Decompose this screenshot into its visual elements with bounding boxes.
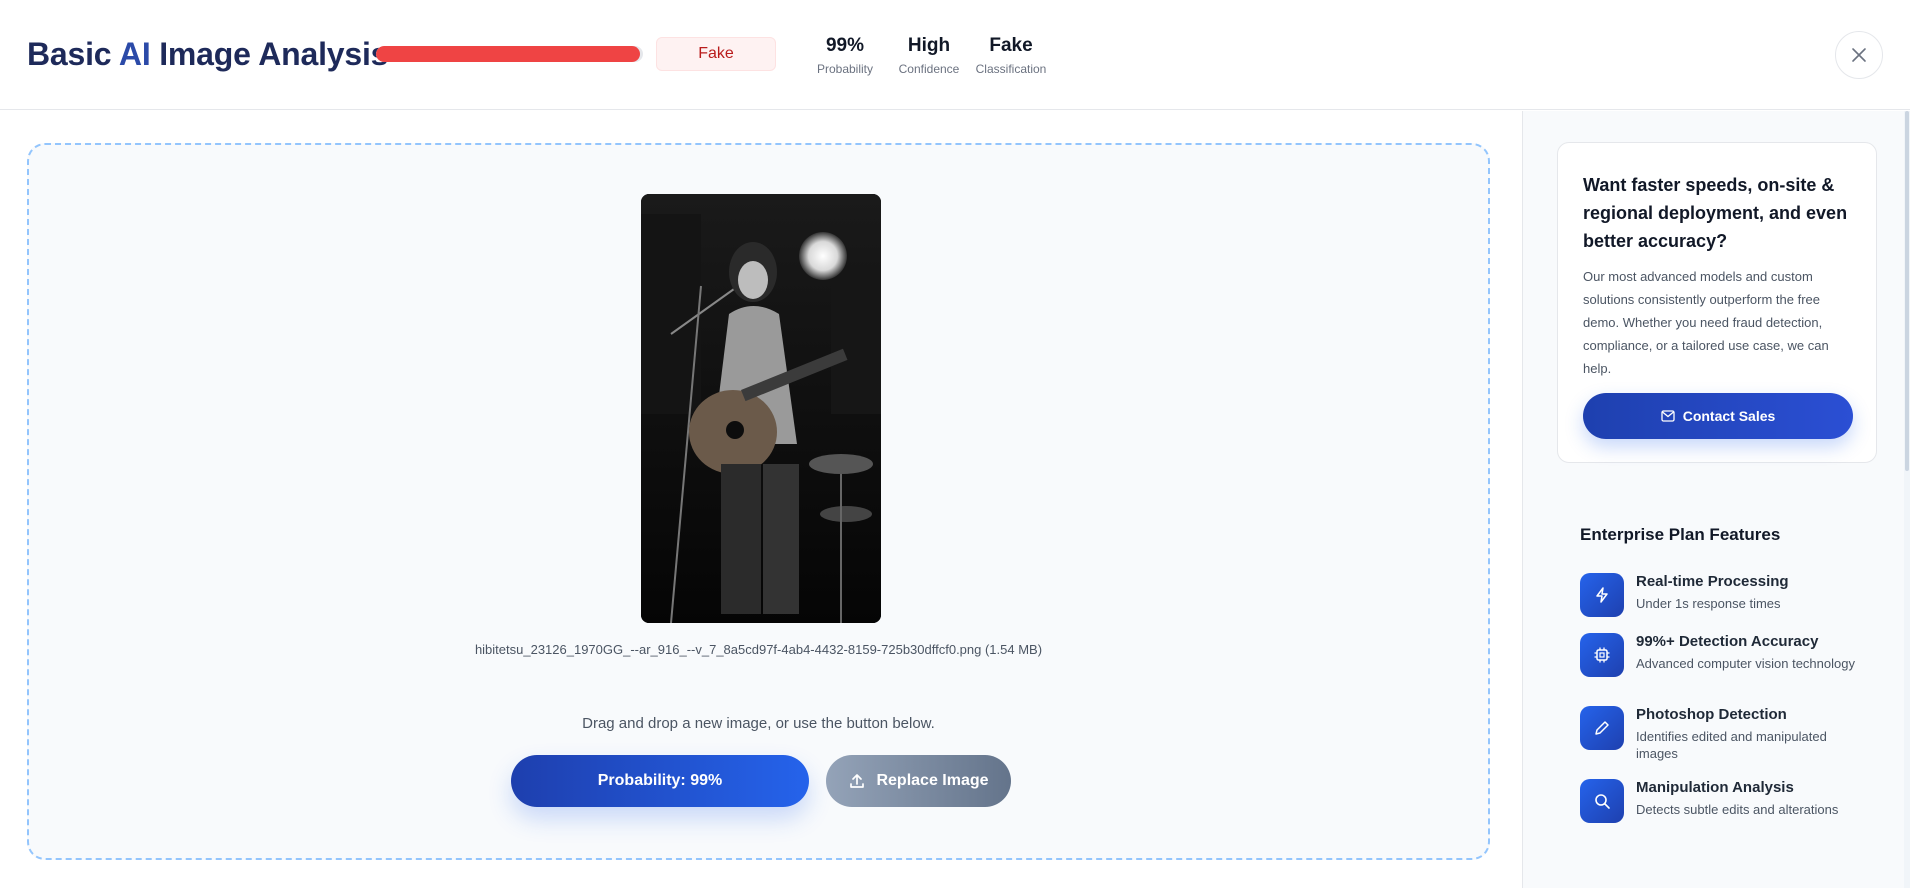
upload-icon (850, 774, 865, 788)
search-icon (1580, 779, 1624, 823)
features-title: Enterprise Plan Features (1580, 525, 1781, 544)
feature-title: Real-time Processing (1636, 573, 1789, 590)
title-word-rest: Image Analysis (159, 36, 389, 72)
stat-confidence-label: Confidence (898, 62, 960, 76)
feature-desc: Detects subtle edits and alterations (1636, 802, 1839, 817)
feature-desc: Identifies edited and manipulated images (1636, 729, 1827, 761)
mail-icon (1661, 410, 1675, 422)
lightning-icon (1580, 573, 1624, 617)
stat-confidence: High Confidence (884, 35, 974, 76)
feature-title: 99%+ Detection Accuracy (1636, 633, 1819, 650)
stat-classification-label: Classification (975, 62, 1047, 76)
promo-title: Want faster speeds, on-site & regional d… (1583, 175, 1848, 251)
contact-sales-label: Contact Sales (1682, 408, 1776, 424)
probability-bar-fill (376, 46, 641, 62)
chip-icon (1580, 633, 1624, 677)
sidebar-scrollbar-thumb[interactable] (1905, 111, 1909, 471)
pencil-icon (1580, 706, 1624, 750)
concert-photo-illustration (641, 194, 881, 623)
replace-image-button[interactable]: Replace Image (826, 755, 1011, 807)
probability-bar (376, 46, 643, 62)
stat-probability: 99% Probability (806, 35, 884, 76)
verdict-badge: Fake (656, 37, 776, 71)
contact-sales-button[interactable]: Contact Sales (1583, 393, 1853, 439)
stat-classification-value: Fake (989, 35, 1033, 56)
probability-button[interactable]: Probability: 99% (511, 755, 809, 807)
close-icon (1852, 48, 1866, 62)
feature-title: Manipulation Analysis (1636, 779, 1794, 796)
feature-title: Photoshop Detection (1636, 706, 1787, 723)
stat-classification: Fake Classification (966, 35, 1056, 76)
stat-probability-label: Probability (816, 62, 874, 76)
dropzone-hint: Drag and drop a new image, or use the bu… (582, 715, 935, 732)
replace-image-label: Replace Image (876, 772, 989, 789)
title-word-basic: Basic (27, 36, 112, 72)
main-panel: hibitetsu_23126_1970GG_--ar_916_--v_7_8a… (0, 111, 1522, 888)
stat-probability-value: 99% (825, 35, 865, 56)
feature-desc: Advanced computer vision technology (1636, 656, 1855, 671)
page-title: Basic AI Image Analysis (27, 36, 388, 73)
promo-text: Our most advanced models and custom solu… (1583, 269, 1829, 376)
close-button[interactable] (1835, 31, 1883, 79)
image-filename: hibitetsu_23126_1970GG_--ar_916_--v_7_8a… (474, 642, 1043, 657)
uploaded-image-preview (641, 194, 881, 623)
sidebar: Want faster speeds, on-site & regional d… (1522, 111, 1910, 888)
feature-desc: Under 1s response times (1636, 596, 1781, 611)
image-dropzone[interactable]: hibitetsu_23126_1970GG_--ar_916_--v_7_8a… (27, 143, 1490, 860)
promo-card: Want faster speeds, on-site & regional d… (1557, 142, 1877, 463)
title-word-ai: AI (118, 36, 151, 72)
header-bar: Basic AI Image Analysis Fake 99% Probabi… (0, 0, 1910, 110)
stat-confidence-value: High (907, 35, 951, 56)
